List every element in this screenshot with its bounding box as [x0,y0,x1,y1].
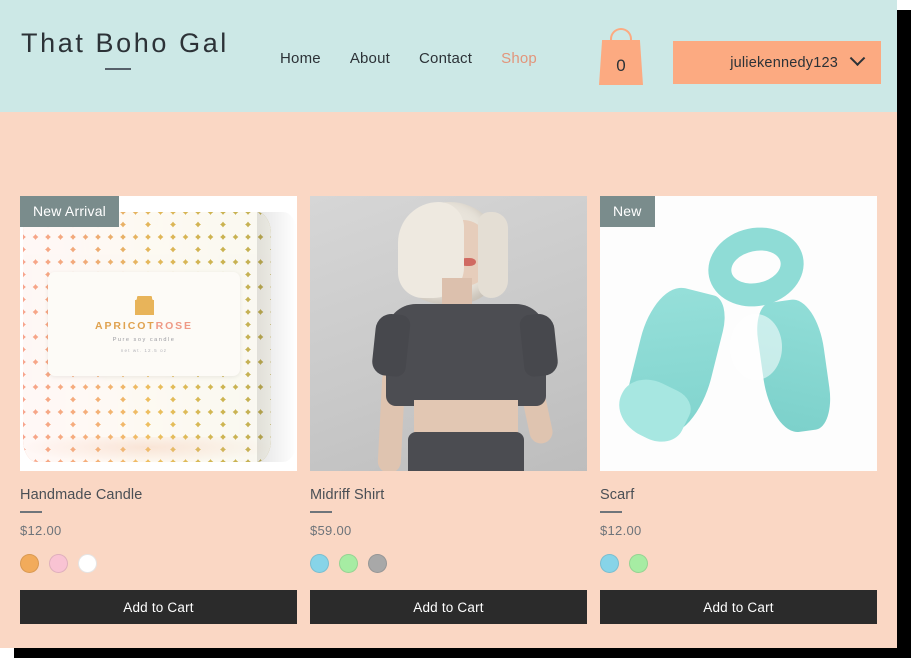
status-badge: New Arrival [20,196,119,227]
product-title: Handmade Candle [20,487,143,503]
product-card: New Scarf $12.00 Add to Cart [600,196,877,624]
candle-brand-first: APRICOT [95,319,156,332]
product-card: New Arrival APRICOTROSE Pure soy candle … [20,196,297,624]
scarf-highlight [730,314,782,380]
account-dropdown[interactable]: juliekennedy123 [673,41,881,84]
status-badge: New [600,196,655,227]
color-swatch-green[interactable] [629,554,648,573]
model-midriff [414,400,518,436]
nav-link-shop[interactable]: Shop [501,50,537,67]
title-underline [20,511,42,513]
swatch-row [600,554,877,573]
model-illustration [310,196,587,471]
swatch-row [310,554,587,573]
title-underline [310,511,332,513]
scarf-illustration [600,196,877,471]
nav-link-contact[interactable]: Contact [419,50,472,67]
turquoise-scarf-image[interactable]: New [600,196,877,471]
add-to-cart-button[interactable]: Add to Cart [20,590,297,624]
candle-subtitle: Pure soy candle [112,336,176,343]
handmade-candle-image[interactable]: New Arrival APRICOTROSE Pure soy candle … [20,196,297,471]
main-navigation: Home About Contact Shop [280,50,537,67]
midriff-shirt-model-image[interactable] [310,196,587,471]
title-underline [600,511,622,513]
model-sleeve-left [370,312,412,378]
nav-link-home[interactable]: Home [280,50,321,67]
swatch-row [20,554,297,573]
cart-bag-body: 0 [599,40,643,85]
cart-count: 0 [616,55,626,75]
color-swatch-blue[interactable] [310,554,329,573]
product-price: $12.00 [600,523,642,538]
brand-logo[interactable]: That Boho Gal [21,28,229,70]
add-to-cart-button[interactable]: Add to Cart [310,590,587,624]
cart-button[interactable]: 0 [599,28,643,88]
candle-shadow [23,437,271,463]
flower-icon [134,295,154,315]
model-hair-side [478,212,508,298]
color-swatch-green[interactable] [339,554,358,573]
product-grid: New Arrival APRICOTROSE Pure soy candle … [20,196,877,624]
brand-title: That Boho Gal [21,28,229,58]
candle-brand: APRICOTROSE [95,320,193,332]
candle-sheen [257,212,297,462]
model-sleeve-right [518,312,560,378]
candle-illustration: APRICOTROSE Pure soy candle net wt. 12.5… [20,196,297,471]
product-price: $12.00 [20,523,62,538]
candle-brand-second: ROSE [155,319,193,332]
color-swatch-blue[interactable] [600,554,619,573]
color-swatch-pink[interactable] [49,554,68,573]
product-title: Midriff Shirt [310,487,385,503]
candle-net-weight: net wt. 12.5 oz [120,347,168,353]
add-to-cart-button[interactable]: Add to Cart [600,590,877,624]
color-swatch-gray[interactable] [368,554,387,573]
color-swatch-white[interactable] [78,554,97,573]
color-swatch-orange[interactable] [20,554,39,573]
account-username: juliekennedy123 [730,54,838,71]
site-header: That Boho Gal Home About Contact Shop 0 … [0,0,897,112]
product-card: Midriff Shirt $59.00 Add to Cart [310,196,587,624]
candle-label: APRICOTROSE Pure soy candle net wt. 12.5… [48,272,240,376]
product-price: $59.00 [310,523,352,538]
brand-underline [105,68,131,70]
chevron-down-icon [849,50,866,67]
nav-link-about[interactable]: About [350,50,390,67]
page-frame: That Boho Gal Home About Contact Shop 0 … [0,0,897,648]
main-content: New Arrival APRICOTROSE Pure soy candle … [0,112,897,648]
product-title: Scarf [600,487,635,503]
model-pants [408,432,524,471]
